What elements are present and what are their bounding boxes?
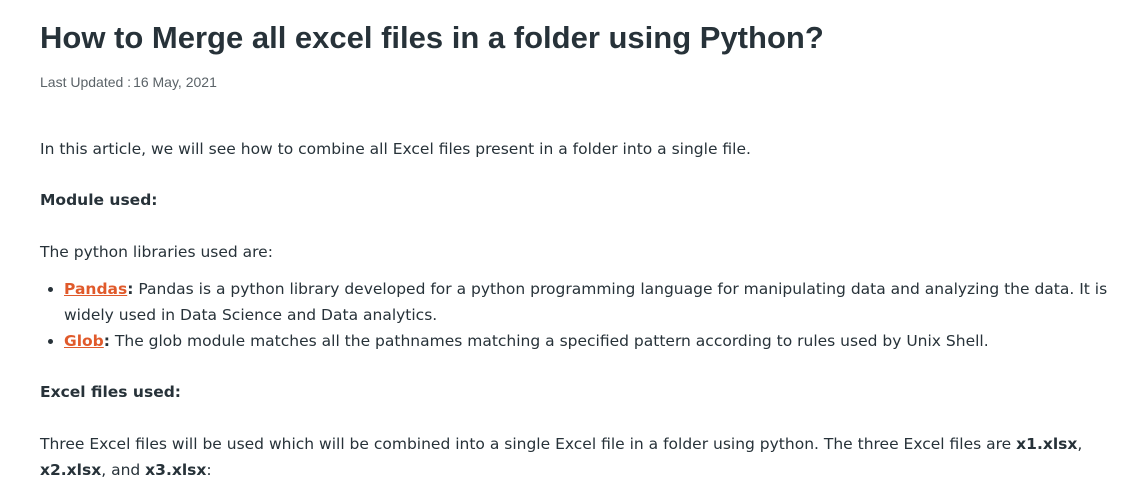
last-updated-label: Last Updated : xyxy=(40,74,132,90)
excel-files-heading: Excel files used: xyxy=(40,383,181,401)
glob-description: The glob module matches all the pathname… xyxy=(109,332,989,350)
module-used-heading: Module used: xyxy=(40,191,158,209)
file-name-x2: x2.xlsx xyxy=(40,461,102,479)
libraries-intro: The python libraries used are: xyxy=(40,243,273,261)
glob-link[interactable]: Glob xyxy=(64,332,104,350)
file-name-x3: x3.xlsx xyxy=(145,461,207,479)
list-item-pandas: Pandas: Pandas is a python library devel… xyxy=(64,276,1124,328)
files-separator-1: , xyxy=(1077,435,1083,453)
article: How to Merge all excel files in a folder… xyxy=(0,0,1140,491)
article-title: How to Merge all excel files in a folder… xyxy=(40,20,824,55)
files-separator-2: , and xyxy=(101,461,146,479)
files-end: : xyxy=(206,461,212,479)
last-updated: Last Updated :16 May, 2021 xyxy=(40,72,217,92)
list-item-glob: Glob: The glob module matches all the pa… xyxy=(64,328,1124,354)
files-text-intro: Three Excel files will be used which wil… xyxy=(40,435,1017,453)
pandas-description: Pandas is a python library developed for… xyxy=(64,280,1108,324)
file-name-x1: x1.xlsx xyxy=(1016,435,1078,453)
libraries-list: Pandas: Pandas is a python library devel… xyxy=(40,276,1124,354)
intro-paragraph: In this article, we will see how to comb… xyxy=(40,140,751,158)
last-updated-date: 16 May, 2021 xyxy=(133,74,217,90)
pandas-link[interactable]: Pandas xyxy=(64,280,127,298)
excel-files-paragraph: Three Excel files will be used which wil… xyxy=(40,431,1100,483)
